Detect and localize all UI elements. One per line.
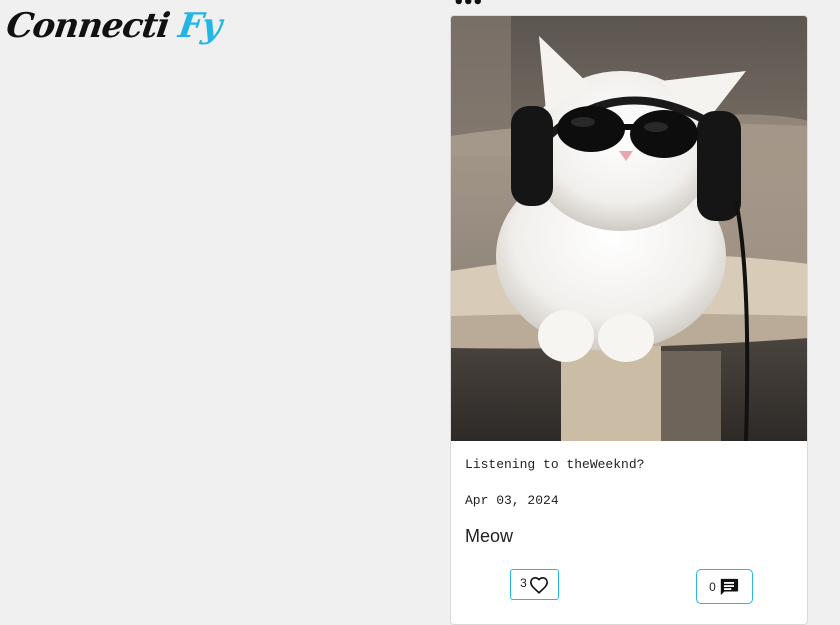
comment-count: 0 <box>709 579 716 594</box>
post-title: Meow <box>465 526 514 546</box>
brand-logo-part1: Connecti <box>3 6 172 46</box>
like-button[interactable]: 3 <box>510 569 559 600</box>
like-count: 3 <box>520 575 527 590</box>
post-card: Listening to theWeeknd? Apr 03, 2024 Meo… <box>450 15 808 625</box>
brand-logo-part2: Fy <box>176 6 224 46</box>
post-image <box>451 16 807 441</box>
comment-button[interactable]: 0 <box>696 569 753 604</box>
brand-logo[interactable]: Connecti Fy <box>2 6 224 56</box>
comment-icon <box>720 578 738 595</box>
post-date: Apr 03, 2024 <box>465 493 559 508</box>
more-options-icon[interactable]: ••• <box>453 0 483 13</box>
heart-icon <box>529 576 548 594</box>
post-caption: Listening to theWeeknd? <box>465 457 645 472</box>
